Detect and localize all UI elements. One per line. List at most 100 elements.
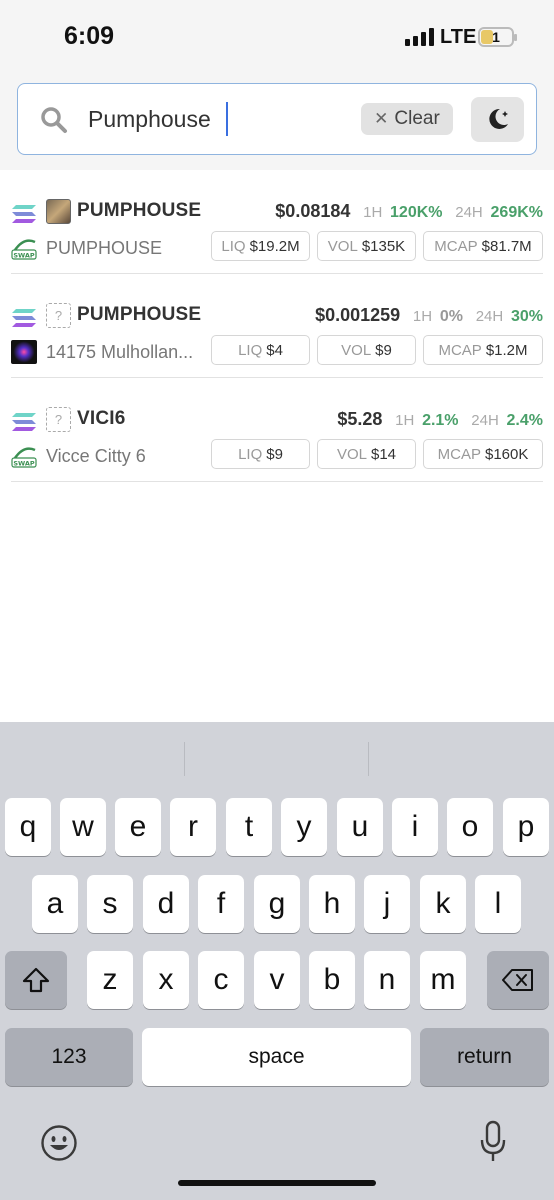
key-d[interactable]: d [143,875,189,933]
price-line: $0.08184 1H 120K% 24H 269K% [275,201,543,222]
svg-text:SWAP: SWAP [13,460,35,468]
token-symbol: PUMPHOUSE [77,304,202,325]
return-key[interactable]: return [420,1028,549,1086]
battery-level: 1 [492,29,500,45]
key-n[interactable]: n [364,951,410,1009]
change-24h-label: 24H [471,412,499,429]
market-cap-badge: MCAP $81.7M [423,231,543,261]
key-s[interactable]: s [87,875,133,933]
price-line: $0.001259 1H 0% 24H 30% [315,305,543,326]
keyboard: q w e r t y u i o p a s d f g h j k l z … [0,722,554,1200]
svg-text:SWAP: SWAP [13,252,35,260]
battery-icon: 1 [478,27,517,47]
change-1h: 120K% [390,204,443,221]
market-cap-badge: MCAP $160K [423,439,543,469]
change-1h-label: 1H [412,308,433,325]
key-m[interactable]: m [420,951,466,1009]
change-24h-label: 24H [455,204,483,221]
list-item[interactable]: ? VICI6 SWAP Vicce Citty 6 $5.28 1H 2.1%… [11,378,543,482]
swap-badge-icon: SWAP [11,447,37,468]
key-p[interactable]: p [503,798,549,856]
clear-button[interactable]: ✕ Clear [361,103,453,135]
change-24h: 269K% [490,204,543,221]
key-h[interactable]: h [309,875,355,933]
text-caret [226,102,228,136]
key-o[interactable]: o [447,798,493,856]
list-item[interactable]: ? PUMPHOUSE 14175 Mulhollan... $0.001259… [11,274,543,378]
clear-label: Clear [394,108,440,129]
volume-badge: VOL $14 [317,439,416,469]
solana-icon [12,413,36,431]
key-k[interactable]: k [420,875,466,933]
token-symbol: VICI6 [77,408,126,429]
microphone-icon[interactable] [478,1120,508,1164]
theme-toggle-button[interactable] [471,97,524,142]
key-v[interactable]: v [254,951,300,1009]
change-24h: 2.4% [506,412,543,429]
signal-icon [405,28,435,46]
key-q[interactable]: q [5,798,51,856]
search-input[interactable] [88,98,358,140]
key-z[interactable]: z [87,951,133,1009]
key-f[interactable]: f [198,875,244,933]
unknown-token-icon: ? [46,407,71,432]
list-item[interactable]: PUMPHOUSE SWAP PUMPHOUSE $0.08184 1H 120… [11,170,543,274]
key-j[interactable]: j [364,875,410,933]
token-thumbnail [11,340,37,364]
liquidity-badge: LIQ $19.2M [211,231,310,261]
token-price: $5.28 [337,409,383,429]
token-logo [46,199,71,224]
change-1h: 0% [439,308,463,325]
solana-icon [12,205,36,223]
home-indicator[interactable] [178,1180,376,1186]
liquidity-badge: LIQ $4 [211,335,310,365]
token-name: Vicce Citty 6 [46,446,146,466]
space-key[interactable]: space [142,1028,411,1086]
key-g[interactable]: g [254,875,300,933]
volume-badge: VOL $135K [317,231,416,261]
numbers-key[interactable]: 123 [5,1028,133,1086]
unknown-token-icon: ? [46,303,71,328]
change-1h: 2.1% [422,412,459,429]
prediction-divider [368,742,369,776]
liquidity-badge: LIQ $9 [211,439,310,469]
key-b[interactable]: b [309,951,355,1009]
status-bar: 6:09 LTE 1 [0,0,554,72]
shift-key[interactable] [5,951,67,1009]
token-stats: LIQ $4 VOL $9 MCAP $1.2M [211,335,543,365]
change-24h-label: 24H [475,308,504,325]
delete-key[interactable] [487,951,549,1009]
solana-icon [12,309,36,327]
key-a[interactable]: a [32,875,78,933]
swap-badge-icon: SWAP [11,239,37,260]
token-price: $0.08184 [275,201,351,221]
status-time: 6:09 [64,22,115,50]
change-24h: 30% [510,308,543,325]
market-cap-badge: MCAP $1.2M [423,335,543,365]
key-c[interactable]: c [198,951,244,1009]
key-u[interactable]: u [337,798,383,856]
search-icon [41,107,67,133]
prediction-divider [184,742,185,776]
change-1h-label: 1H [363,204,383,221]
change-1h-label: 1H [395,412,415,429]
key-t[interactable]: t [226,798,272,856]
token-name: PUMPHOUSE [46,238,163,258]
key-i[interactable]: i [392,798,438,856]
search-box[interactable]: ✕ Clear [17,83,537,155]
token-symbol: PUMPHOUSE [77,200,202,221]
key-r[interactable]: r [170,798,216,856]
price-line: $5.28 1H 2.1% 24H 2.4% [337,409,543,430]
volume-badge: VOL $9 [317,335,416,365]
key-y[interactable]: y [281,798,327,856]
search-header: ✕ Clear [0,72,554,170]
emoji-icon[interactable] [40,1124,78,1162]
token-stats: LIQ $9 VOL $14 MCAP $160K [211,439,543,469]
shift-icon [22,967,50,993]
key-x[interactable]: x [143,951,189,1009]
key-l[interactable]: l [475,875,521,933]
token-price: $0.001259 [315,305,401,325]
close-icon: ✕ [374,109,389,128]
key-e[interactable]: e [115,798,161,856]
key-w[interactable]: w [60,798,106,856]
